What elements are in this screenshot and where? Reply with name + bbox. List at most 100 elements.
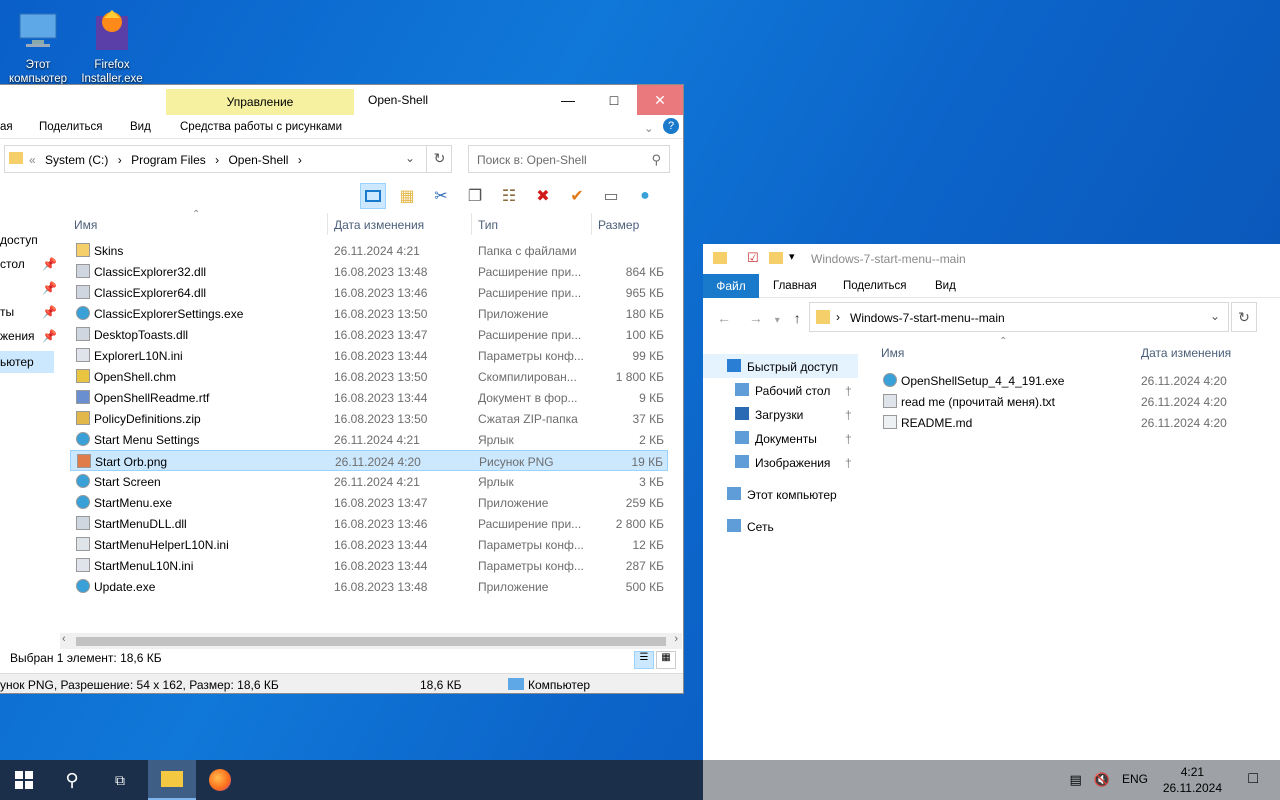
file-row[interactable]: PolicyDefinitions.zip 16.08.2023 13:50 Сжа…: [70, 408, 668, 429]
ribbon-tab-share[interactable]: Поделиться: [843, 280, 907, 292]
file-row[interactable]: Start Orb.png 26.11.2024 4:20 Рисунок PNG 1…: [70, 450, 668, 471]
column-type[interactable]: Тип: [478, 218, 498, 232]
breadcrumb-current[interactable]: Windows-7-start-menu--main: [850, 311, 1005, 325]
address-bar[interactable]: « System (C:) › Program Files › Open-She…: [4, 145, 452, 173]
ribbon-tab-view[interactable]: Вид: [130, 121, 151, 133]
file-row[interactable]: Skins 26.11.2024 4:21 Папка с файлами: [70, 240, 668, 261]
task-view-button[interactable]: ⧉: [96, 760, 144, 800]
volume-muted-icon[interactable]: 🔇: [1094, 772, 1110, 788]
recent-dropdown-icon[interactable]: ▾: [775, 315, 780, 326]
sidebar-item[interactable]: Изображения †: [703, 450, 858, 474]
sidebar-item[interactable]: Быстрый доступ: [703, 354, 858, 378]
file-row[interactable]: Start Menu Settings 26.11.2024 4:21 Ярлык 2…: [70, 429, 668, 450]
open-shell-settings-button[interactable]: ●: [632, 183, 658, 209]
file-row[interactable]: StartMenuDLL.dll 16.08.2023 13:46 Расширен…: [70, 513, 668, 534]
taskbar-firefox[interactable]: [196, 760, 244, 800]
search-input[interactable]: Поиск в: Open-Shell ⚲: [468, 145, 670, 173]
forward-button[interactable]: →: [749, 310, 763, 326]
qat-dropdown-icon[interactable]: ▾: [789, 250, 795, 263]
file-row[interactable]: StartMenuL10N.ini 16.08.2023 13:44 Парамет…: [70, 555, 668, 576]
sidebar-item[interactable]: Загрузки †: [703, 402, 858, 426]
ribbon-tab-home[interactable]: Главная: [773, 280, 817, 292]
preview-pane-button[interactable]: [360, 183, 386, 209]
ribbon-tab-view[interactable]: Вид: [935, 280, 956, 292]
new-folder-button[interactable]: ▦: [394, 183, 420, 209]
column-size[interactable]: Размер: [598, 218, 639, 232]
sidebar-item[interactable]: Этот компьютер: [703, 482, 858, 506]
new-folder-icon[interactable]: [769, 252, 783, 264]
file-row[interactable]: StartMenu.exe 16.08.2023 13:47 Приложение 2…: [70, 492, 668, 513]
up-button[interactable]: ↑: [794, 310, 801, 326]
scroll-left-icon[interactable]: ‹: [62, 633, 66, 645]
search-button[interactable]: ⚲: [48, 760, 96, 800]
nav-item-this-pc[interactable]: ьютер: [0, 351, 54, 373]
refresh-button[interactable]: ↻: [1231, 302, 1257, 332]
properties-icon[interactable]: ☑: [747, 250, 759, 266]
breadcrumb-overflow[interactable]: «: [29, 153, 36, 167]
network-icon[interactable]: ▤: [1070, 772, 1082, 788]
file-row[interactable]: StartMenuHelperL10N.ini 16.08.2023 13:44 П…: [70, 534, 668, 555]
paste-button[interactable]: ☷: [496, 183, 522, 209]
refresh-button[interactable]: ↻: [426, 145, 452, 173]
nav-item-desktop[interactable]: стол: [0, 257, 25, 271]
help-icon[interactable]: ?: [663, 118, 679, 134]
rename-button[interactable]: ▭: [598, 183, 624, 209]
desktop-icon-firefox-installer[interactable]: Firefox Installer.exe: [78, 6, 146, 86]
ribbon-collapse-icon[interactable]: ⌄: [644, 121, 654, 135]
nav-item-quick-access[interactable]: доступ: [0, 233, 38, 247]
maximize-button[interactable]: □: [591, 85, 637, 115]
file-row[interactable]: ExplorerL10N.ini 16.08.2023 13:44 Параметр…: [70, 345, 668, 366]
file-row[interactable]: DesktopToasts.dll 16.08.2023 13:47 Расшире…: [70, 324, 668, 345]
horizontal-scrollbar[interactable]: ‹ ›: [60, 633, 682, 649]
language-indicator[interactable]: ENG: [1122, 772, 1148, 788]
ribbon-tab-partial[interactable]: ая: [0, 121, 13, 133]
file-row[interactable]: ClassicExplorerSettings.exe 16.08.2023 13…: [70, 303, 668, 324]
column-date[interactable]: Дата изменения: [334, 218, 424, 232]
copy-button[interactable]: ❐: [462, 183, 488, 209]
file-row[interactable]: OpenShell.chm 16.08.2023 13:50 Скомпилиров…: [70, 366, 668, 387]
sidebar-item[interactable]: Документы †: [703, 426, 858, 450]
scrollbar-thumb[interactable]: [76, 637, 666, 646]
start-button[interactable]: [0, 760, 48, 800]
sidebar-item[interactable]: Рабочий стол †: [703, 378, 858, 402]
file-row[interactable]: OpenShellSetup_4_4_191.exe 26.11.2024 4:2…: [877, 370, 1277, 391]
ribbon-tab-file[interactable]: Файл: [703, 274, 759, 298]
ribbon-tab-share[interactable]: Поделиться: [39, 121, 103, 133]
taskbar-explorer[interactable]: [148, 760, 196, 800]
breadcrumb-open-shell[interactable]: Open-Shell: [228, 153, 288, 167]
nav-item-pictures[interactable]: жения: [0, 329, 35, 343]
cut-button[interactable]: ✂: [428, 183, 454, 209]
minimize-button[interactable]: —: [545, 85, 591, 115]
address-dropdown-icon[interactable]: ⌄: [405, 151, 415, 165]
title-bar[interactable]: ☑ ▾ Windows-7-start-menu--main: [703, 244, 1280, 274]
file-row[interactable]: Update.exe 16.08.2023 13:48 Приложение 500 …: [70, 576, 668, 597]
properties-button[interactable]: ✔: [564, 183, 590, 209]
title-bar[interactable]: Управление Open-Shell — □ ✕: [0, 85, 683, 115]
notification-button[interactable]: □: [1248, 770, 1258, 788]
file-row[interactable]: README.md 26.11.2024 4:20: [877, 412, 1277, 433]
scroll-right-icon[interactable]: ›: [674, 633, 678, 645]
details-view-button[interactable]: ☰: [634, 651, 654, 669]
ribbon-context-tab-manage[interactable]: Управление: [166, 89, 354, 115]
sidebar-item[interactable]: Сеть: [703, 514, 858, 538]
file-row[interactable]: OpenShellReadme.rtf 16.08.2023 13:44 Докум…: [70, 387, 668, 408]
delete-button[interactable]: ✖: [530, 183, 556, 209]
file-row[interactable]: Start Screen 26.11.2024 4:21 Ярлык 3 КБ: [70, 471, 668, 492]
column-name[interactable]: Имя: [881, 346, 904, 360]
desktop-icon-this-pc[interactable]: Этот компьютер: [4, 6, 72, 86]
close-button[interactable]: ✕: [637, 85, 683, 115]
breadcrumb-program-files[interactable]: Program Files: [131, 153, 206, 167]
column-date[interactable]: Дата изменения: [1141, 346, 1231, 360]
thumbnail-view-button[interactable]: ▦: [656, 651, 676, 669]
file-row[interactable]: ClassicExplorer32.dll 16.08.2023 13:48 Рас…: [70, 261, 668, 282]
address-bar[interactable]: › Windows-7-start-menu--main ⌄: [809, 302, 1229, 332]
breadcrumb-system-c[interactable]: System (C:): [45, 153, 108, 167]
file-row[interactable]: read me (прочитай меня).txt 26.11.2024 4:…: [877, 391, 1277, 412]
nav-item-documents[interactable]: ты: [0, 305, 14, 319]
clock[interactable]: 4:21 26.11.2024: [1163, 764, 1222, 796]
back-button[interactable]: ←: [717, 310, 731, 326]
ribbon-tab-picture-tools[interactable]: Средства работы с рисунками: [180, 121, 342, 133]
column-name[interactable]: Имя: [74, 218, 97, 232]
file-row[interactable]: ClassicExplorer64.dll 16.08.2023 13:46 Рас…: [70, 282, 668, 303]
address-dropdown-icon[interactable]: ⌄: [1210, 309, 1220, 323]
